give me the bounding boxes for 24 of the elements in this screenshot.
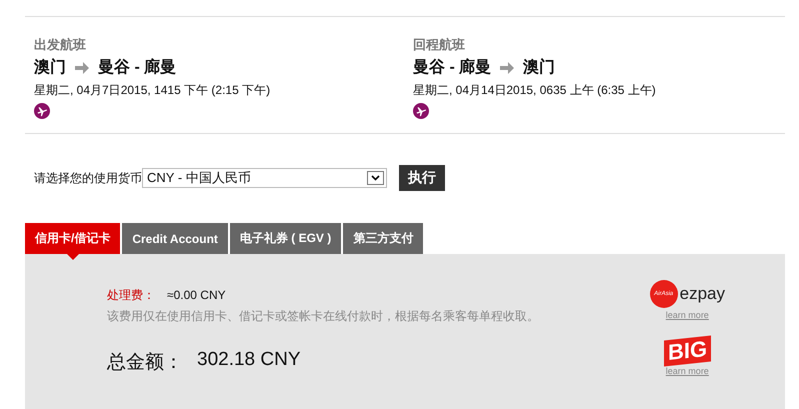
fee-value: ≈0.00 CNY	[167, 288, 226, 302]
airplane-icon[interactable]	[413, 103, 429, 119]
execute-button[interactable]: 执行	[399, 165, 445, 191]
airplane-icon[interactable]	[34, 103, 50, 119]
total-value: 302.18 CNY	[197, 349, 301, 372]
flight-datetime: 星期二, 04月7日2015, 1415 下午 (2:15 下午)	[34, 82, 272, 99]
big-logo: BIG	[664, 336, 711, 366]
destination-city: 曼谷 - 廊曼	[98, 57, 176, 78]
flight-heading: 出发航班	[34, 36, 87, 53]
total-label: 总金额：	[107, 351, 183, 375]
origin-city: 曼谷 - 廊曼	[413, 57, 492, 78]
flight-datetime: 星期二, 04月14日2015, 0635 上午 (6:35 上午)	[413, 82, 657, 99]
payment-tab[interactable]: 电子礼券 ( EGV )	[230, 223, 342, 254]
payment-tab[interactable]: 第三方支付	[343, 223, 424, 254]
fee-label: 处理费：	[107, 288, 155, 302]
origin-city: 澳门	[34, 57, 66, 78]
arrow-icon	[74, 60, 90, 74]
destination-city: 澳门	[523, 57, 556, 78]
fee-note: 该费用仅在使用信用卡、借记卡或签帐卡在线付款时，根据每名乘客每单程收取。	[107, 308, 539, 325]
arrow-icon	[499, 60, 516, 74]
currency-dropdown[interactable]: CNY - 中国人民币	[142, 168, 387, 188]
flight-heading: 回程航班	[413, 36, 466, 53]
payment-tab[interactable]: Credit Account	[122, 223, 228, 254]
currency-label: 请选择您的使用货币	[34, 170, 142, 186]
